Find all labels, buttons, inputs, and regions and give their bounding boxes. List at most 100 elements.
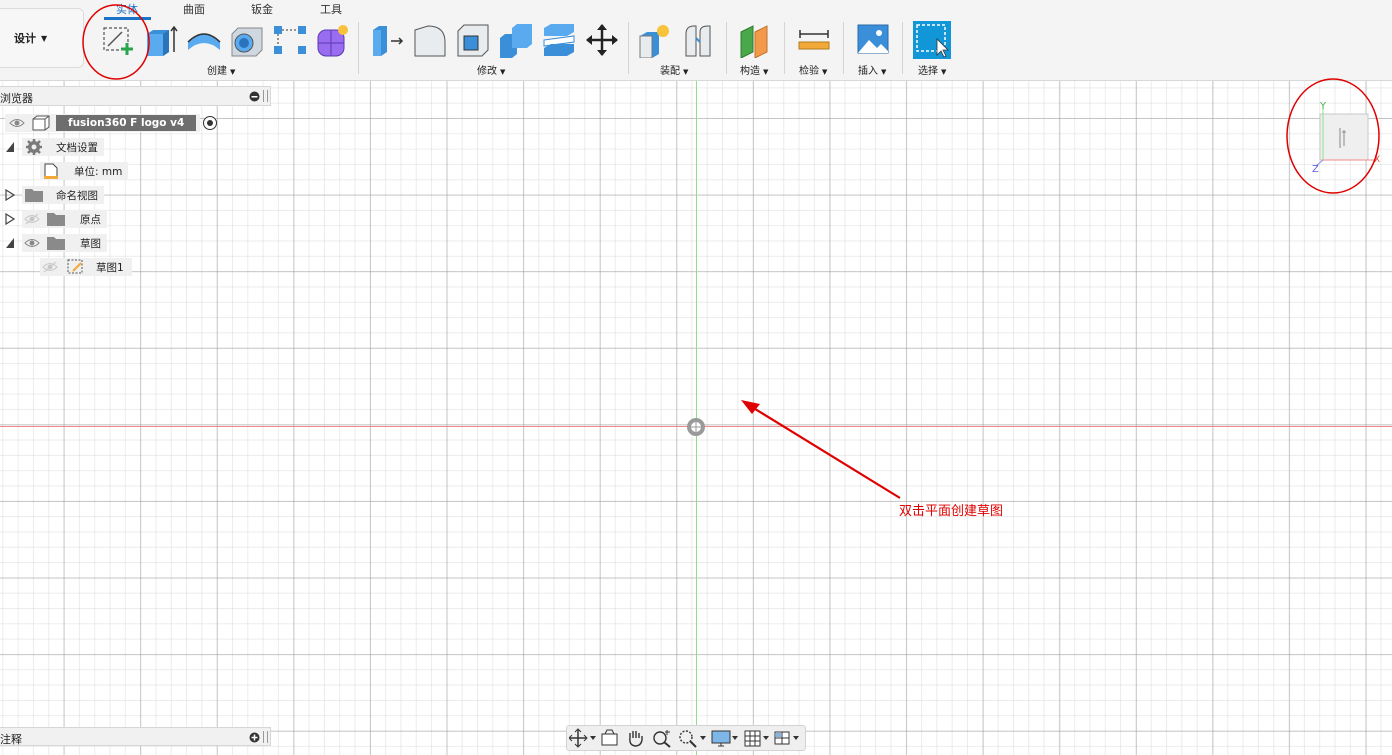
comments-panel-header: 注释 bbox=[0, 727, 271, 746]
expand-triangle-icon[interactable] bbox=[5, 237, 15, 249]
collapse-triangle-icon[interactable] bbox=[5, 189, 15, 201]
pattern-button[interactable] bbox=[272, 22, 308, 58]
combine-button[interactable] bbox=[498, 22, 534, 58]
select-button[interactable] bbox=[913, 21, 951, 59]
comments-title: 注释 bbox=[0, 733, 22, 746]
pan-button[interactable] bbox=[625, 728, 647, 748]
toolbar-divider bbox=[843, 22, 844, 74]
expand-triangle-icon[interactable] bbox=[5, 141, 15, 153]
create-form-button[interactable] bbox=[315, 22, 351, 58]
collapse-triangle-icon[interactable] bbox=[5, 213, 15, 225]
panel-grip-handle[interactable] bbox=[263, 90, 268, 102]
view-cube[interactable]: Y Z X bbox=[1308, 100, 1388, 180]
chevron-down-icon: ▼ bbox=[941, 68, 947, 76]
chevron-down-icon: ▼ bbox=[683, 68, 689, 76]
eye-hidden-icon[interactable] bbox=[42, 261, 58, 273]
split-body-button[interactable] bbox=[541, 22, 577, 58]
tree-row-box: 命名视图 bbox=[22, 186, 104, 204]
tab-tools[interactable]: 工具 bbox=[320, 1, 342, 17]
grid-settings-button[interactable] bbox=[743, 728, 773, 748]
toolbar-divider bbox=[726, 22, 727, 74]
fillet-button[interactable] bbox=[412, 22, 448, 58]
look-at-button[interactable] bbox=[599, 728, 621, 748]
panel-grip-handle[interactable] bbox=[263, 731, 268, 743]
extrude-button[interactable] bbox=[143, 22, 179, 58]
browser-item-doc-settings[interactable]: 文档设置 bbox=[22, 137, 104, 157]
create-sketch-button[interactable] bbox=[100, 22, 136, 58]
zoom-button[interactable] bbox=[651, 728, 673, 748]
modify-group-menu[interactable]: 修改 ▼ bbox=[477, 62, 505, 77]
browser-root-row[interactable]: fusion360 F logo v4 bbox=[5, 113, 218, 133]
browser-item-units[interactable]: 单位: mm bbox=[40, 161, 129, 181]
create-group-menu[interactable]: 创建 ▼ bbox=[207, 62, 235, 77]
workspace-switcher[interactable]: 设计 ▼ bbox=[0, 8, 84, 68]
toolbar-divider bbox=[358, 22, 359, 74]
origin-point-icon[interactable] bbox=[686, 417, 706, 437]
move-copy-button[interactable] bbox=[584, 22, 620, 58]
assemble-group-menu[interactable]: 装配 ▼ bbox=[660, 62, 688, 77]
chevron-down-icon: ▼ bbox=[763, 68, 769, 76]
form-icon bbox=[317, 25, 348, 57]
display-settings-button[interactable] bbox=[711, 728, 741, 748]
combine-icon bbox=[500, 24, 532, 58]
construct-group-menu[interactable]: 构造 ▼ bbox=[740, 62, 768, 77]
shell-button[interactable] bbox=[455, 22, 491, 58]
eye-icon[interactable] bbox=[24, 237, 40, 249]
browser-item-origin[interactable]: 原点 bbox=[22, 209, 107, 229]
assemble-group-label: 装配 bbox=[660, 66, 680, 77]
eye-icon[interactable] bbox=[9, 117, 25, 129]
press-pull-icon bbox=[373, 26, 404, 56]
activate-radio-icon[interactable] bbox=[202, 115, 218, 131]
annotation-callout-text: 双击平面创建草图 bbox=[899, 504, 1004, 519]
tab-sheet-metal[interactable]: 钣金 bbox=[251, 1, 273, 17]
tree-row-box: 单位: mm bbox=[40, 162, 129, 180]
viewports-button[interactable] bbox=[773, 728, 803, 748]
select-group-menu[interactable]: 选择 ▼ bbox=[918, 62, 946, 77]
fillet-icon bbox=[414, 25, 446, 57]
select-icon bbox=[913, 21, 951, 59]
chevron-down-icon: ▼ bbox=[881, 68, 887, 76]
monitor-icon bbox=[711, 730, 738, 747]
insert-group-menu[interactable]: 插入 ▼ bbox=[858, 62, 886, 77]
gear-icon bbox=[26, 139, 42, 155]
modify-group-label: 修改 bbox=[477, 66, 497, 77]
tab-surface[interactable]: 曲面 bbox=[183, 1, 205, 17]
extrude-icon bbox=[147, 25, 178, 56]
browser-item-sketch1[interactable]: 草图1 bbox=[40, 257, 132, 277]
grid-icon bbox=[744, 730, 769, 747]
browser-title: 浏览器 bbox=[0, 92, 33, 105]
orbit-button[interactable] bbox=[568, 728, 597, 748]
orbit-icon bbox=[568, 728, 596, 748]
folder-icon bbox=[47, 237, 65, 250]
browser-item-named-views[interactable]: 命名视图 bbox=[22, 185, 104, 205]
hole-button[interactable] bbox=[229, 22, 265, 58]
create-group-label: 创建 bbox=[207, 66, 227, 77]
component-icon bbox=[32, 115, 50, 131]
chevron-down-icon: ▼ bbox=[41, 33, 48, 43]
press-pull-button[interactable] bbox=[369, 22, 405, 58]
origin-label: 原点 bbox=[80, 213, 101, 226]
browser-item-sketches[interactable]: 草图 bbox=[22, 233, 107, 253]
tab-solid[interactable]: 实体 bbox=[116, 1, 138, 17]
inspect-group-menu[interactable]: 检验 ▼ bbox=[799, 62, 827, 77]
offset-plane-button[interactable] bbox=[737, 22, 773, 59]
measure-button[interactable] bbox=[796, 22, 832, 58]
browser-panel-header: 浏览器 bbox=[0, 86, 271, 106]
revolve-icon bbox=[187, 33, 221, 50]
toolbar-divider bbox=[784, 22, 785, 74]
move-icon bbox=[586, 24, 618, 56]
chevron-down-icon: ▼ bbox=[500, 68, 506, 76]
expand-panel-icon[interactable] bbox=[249, 732, 260, 743]
joint-button[interactable] bbox=[680, 22, 716, 58]
inspect-group-label: 检验 bbox=[799, 66, 819, 77]
insert-canvas-button[interactable] bbox=[855, 22, 891, 58]
tree-row-box: 文档设置 bbox=[22, 138, 104, 156]
pattern-icon bbox=[274, 26, 306, 54]
collapse-panel-icon[interactable] bbox=[249, 91, 260, 102]
fit-button[interactable] bbox=[677, 728, 709, 748]
view-cube-y-label: Y bbox=[1319, 101, 1327, 112]
new-component-button[interactable] bbox=[637, 22, 673, 59]
revolve-button[interactable] bbox=[186, 22, 222, 58]
eye-hidden-icon[interactable] bbox=[24, 213, 40, 225]
tree-row-box: 草图 bbox=[22, 234, 107, 252]
